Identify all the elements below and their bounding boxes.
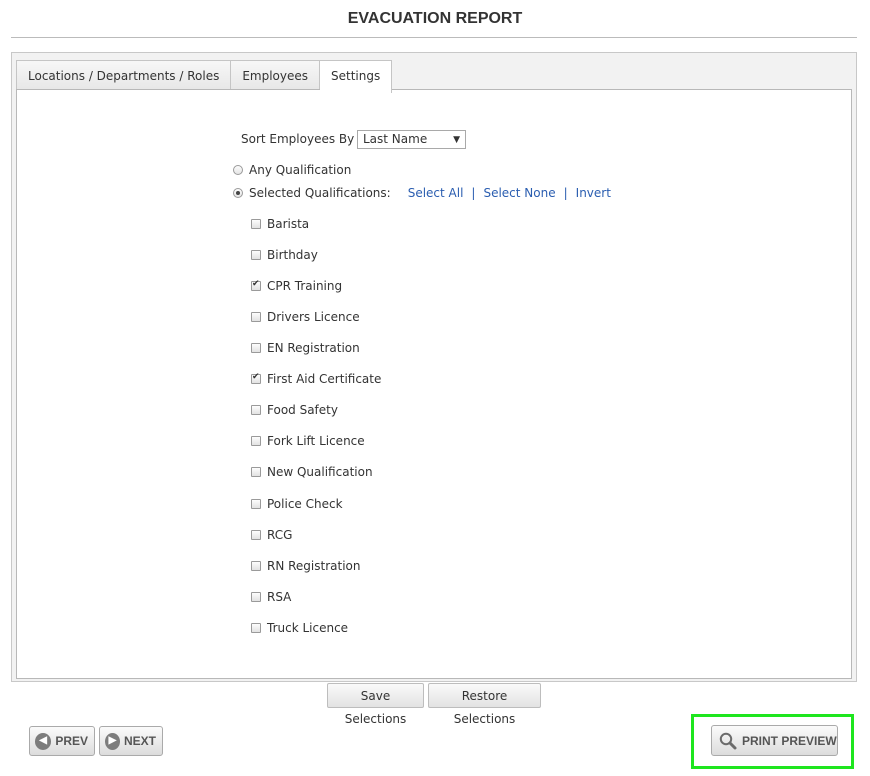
selection-links: Select All | Select None | Invert <box>408 186 611 200</box>
next-label: NEXT <box>123 734 156 748</box>
qualification-item[interactable]: RSA <box>251 589 291 605</box>
qualification-checkbox[interactable] <box>251 405 261 415</box>
save-selections-button[interactable]: Save Selections <box>327 683 424 726</box>
qualification-checkbox[interactable] <box>251 436 261 446</box>
qualification-checkbox[interactable] <box>251 312 261 322</box>
any-qualification-radio[interactable] <box>233 165 243 175</box>
qualification-label: Fork Lift Licence <box>267 434 365 448</box>
qualification-label: EN Registration <box>267 341 360 355</box>
qualification-item[interactable]: Birthday <box>251 247 318 263</box>
qualification-label: Barista <box>267 217 310 231</box>
any-qualification-option[interactable]: Any Qualification <box>233 162 351 178</box>
qualification-item[interactable]: RN Registration <box>251 558 361 574</box>
qualification-item[interactable]: EN Registration <box>251 340 360 356</box>
qualification-checkbox[interactable] <box>251 530 261 540</box>
qualification-checkbox[interactable] <box>251 219 261 229</box>
invert-link[interactable]: Invert <box>576 186 611 200</box>
caret-down-icon: ▼ <box>453 135 460 145</box>
any-qualification-label: Any Qualification <box>249 163 352 177</box>
qualification-checkbox[interactable] <box>251 561 261 571</box>
selected-qualifications-label: Selected Qualifications: <box>249 186 391 200</box>
qualification-checkbox[interactable] <box>251 623 261 633</box>
qualification-checkbox[interactable] <box>251 592 261 602</box>
report-panel: Locations / Departments / Roles Employee… <box>11 52 857 682</box>
qualification-checkbox[interactable] <box>251 499 261 509</box>
qualification-checkbox[interactable] <box>251 250 261 260</box>
chevron-right-circle-icon: ▶ <box>105 732 120 750</box>
qualification-label: First Aid Certificate <box>267 372 382 386</box>
link-separator: | <box>563 186 568 200</box>
qualification-item[interactable]: First Aid Certificate <box>251 371 381 387</box>
tab-locations-departments-roles[interactable]: Locations / Departments / Roles <box>16 60 232 92</box>
select-all-link[interactable]: Select All <box>408 186 464 200</box>
magnifier-icon <box>719 732 737 749</box>
selected-qualifications-radio[interactable] <box>233 188 243 198</box>
qualification-checkbox[interactable] <box>251 343 261 353</box>
title-divider <box>11 37 857 38</box>
print-preview-button[interactable]: PRINT PREVIEW <box>711 725 838 756</box>
qualification-label: Food Safety <box>267 403 338 417</box>
qualification-label: Birthday <box>267 248 318 262</box>
sort-employees-label: Sort Employees By <box>241 132 355 146</box>
qualification-item[interactable]: CPR Training <box>251 278 342 294</box>
qualification-label: Drivers Licence <box>267 310 360 324</box>
qualification-label: Truck Licence <box>267 621 349 635</box>
qualification-item[interactable]: RCG <box>251 527 292 543</box>
qualification-item[interactable]: New Qualification <box>251 464 373 480</box>
qualification-label: RCG <box>267 528 293 542</box>
qualification-checkbox[interactable] <box>251 467 261 477</box>
qualification-item[interactable]: Drivers Licence <box>251 309 360 325</box>
sort-select-value: Last Name <box>363 132 428 146</box>
tab-bar: Locations / Departments / Roles Employee… <box>16 57 393 93</box>
qualification-checkbox[interactable] <box>251 279 261 291</box>
print-preview-label: PRINT PREVIEW <box>742 733 837 748</box>
select-none-link[interactable]: Select None <box>483 186 555 200</box>
qualification-label: New Qualification <box>267 465 373 479</box>
restore-selections-button[interactable]: Restore Selections <box>428 683 541 726</box>
qualification-checkbox[interactable] <box>251 372 261 384</box>
sort-employees-select[interactable]: Last Name ▼ <box>357 130 466 149</box>
qualification-label: RN Registration <box>267 559 361 573</box>
selected-qualifications-option[interactable]: Selected Qualifications: Select All | Sele… <box>233 185 611 201</box>
qualification-label: CPR Training <box>267 279 343 293</box>
qualification-item[interactable]: Food Safety <box>251 402 338 418</box>
prev-label: PREV <box>55 734 88 748</box>
qualification-label: Police Check <box>267 497 343 511</box>
tab-employees[interactable]: Employees <box>231 60 321 92</box>
next-button[interactable]: ▶ NEXT <box>99 726 163 756</box>
prev-button[interactable]: ◀ PREV <box>29 726 95 756</box>
settings-content: Sort Employees By Last Name ▼ Any Qualif… <box>16 89 852 679</box>
qualification-item[interactable]: Barista <box>251 216 309 232</box>
qualification-item[interactable]: Fork Lift Licence <box>251 433 365 449</box>
qualification-item[interactable]: Truck Licence <box>251 620 348 636</box>
chevron-left-circle-icon: ◀ <box>35 732 52 750</box>
tab-settings[interactable]: Settings <box>320 60 393 93</box>
qualification-label: RSA <box>267 590 292 604</box>
page-title: EVACUATION REPORT <box>347 10 523 27</box>
qualification-item[interactable]: Police Check <box>251 496 343 512</box>
link-separator: | <box>471 186 476 200</box>
